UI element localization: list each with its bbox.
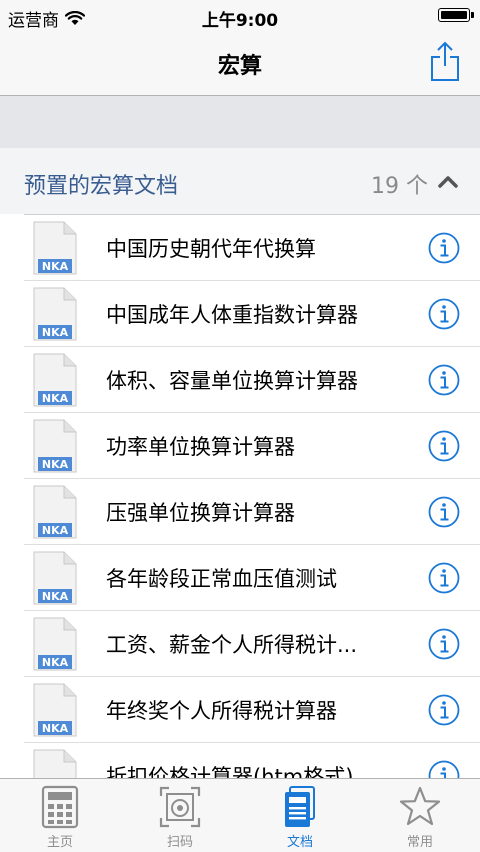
document-title: 年终奖个人所得税计算器 [106, 699, 337, 723]
document-title: 压强单位换算计算器 [106, 501, 295, 525]
list-item[interactable]: NKA 体积、容量单位换算计算器 [24, 346, 480, 412]
document-list: NKA 中国历史朝代年代换算 NKA 中国成年人体重指数计算器 NKA 体积、容量单位换算… [0, 214, 480, 778]
document-title: 体积、容量单位换算计算器 [106, 369, 358, 393]
tab-label: 扫码 [166, 835, 193, 850]
document-title: 各年龄段正常血压值测试 [106, 567, 337, 591]
tab-label: 主页 [46, 835, 73, 850]
list-item[interactable]: NKA 折扣价格计算器(htm格式) [24, 742, 480, 778]
info-icon[interactable] [428, 628, 460, 660]
list-item[interactable]: NKA 中国成年人体重指数计算器 [24, 280, 480, 346]
nka-file-icon: NKA [33, 221, 77, 275]
list-item[interactable]: NKA 工资、薪金个人所得税计... [24, 610, 480, 676]
list-item[interactable]: NKA 压强单位换算计算器 [24, 478, 480, 544]
list-item[interactable]: NKA 各年龄段正常血压值测试 [24, 544, 480, 610]
info-icon[interactable] [428, 430, 460, 462]
file-badge-label: NKA [42, 656, 69, 669]
document-title: 折扣价格计算器(htm格式) [106, 765, 354, 778]
status-bar: 运营商 上午9:00 [0, 0, 480, 32]
navigation-bar: 宏算 [0, 32, 480, 96]
section-count: 19 个 [371, 174, 428, 199]
document-title: 功率单位换算计算器 [106, 435, 295, 459]
calculator-icon [41, 785, 79, 829]
tab-bar: 主页 扫码 文档 常用 [0, 778, 480, 852]
chevron-up-icon[interactable] [436, 170, 460, 194]
page-title: 宏算 [217, 54, 262, 79]
file-badge-label: NKA [42, 590, 69, 603]
nka-file-icon: NKA [33, 353, 77, 407]
nka-file-icon: NKA [33, 749, 77, 778]
document-icon [285, 786, 315, 827]
file-badge-label: NKA [42, 722, 69, 735]
tab-favorites[interactable]: 常用 [360, 779, 480, 852]
info-icon[interactable] [428, 364, 460, 396]
info-icon[interactable] [428, 298, 460, 330]
section-header[interactable]: 预置的宏算文档 19 个 [0, 148, 480, 214]
info-icon[interactable] [428, 496, 460, 528]
scan-icon [159, 786, 201, 828]
list-item[interactable]: NKA 年终奖个人所得税计算器 [24, 676, 480, 742]
file-badge-label: NKA [42, 458, 69, 471]
document-title: 中国成年人体重指数计算器 [106, 303, 358, 327]
section-title: 预置的宏算文档 [24, 174, 179, 199]
info-icon[interactable] [428, 760, 460, 778]
nka-file-icon: NKA [33, 683, 77, 737]
nka-file-icon: NKA [33, 617, 77, 671]
tab-documents[interactable]: 文档 [240, 779, 360, 852]
nka-file-icon: NKA [33, 419, 77, 473]
nka-file-icon: NKA [33, 287, 77, 341]
battery-icon [438, 8, 474, 22]
nka-file-icon: NKA [33, 551, 77, 605]
document-title: 中国历史朝代年代换算 [106, 237, 316, 261]
tab-label: 常用 [406, 835, 433, 850]
info-icon[interactable] [428, 562, 460, 594]
file-badge-label: NKA [42, 524, 69, 537]
list-item[interactable]: NKA 功率单位换算计算器 [24, 412, 480, 478]
star-icon [399, 786, 441, 826]
file-badge-label: NKA [42, 392, 69, 405]
status-time: 上午9:00 [201, 11, 279, 31]
list-item[interactable]: NKA 中国历史朝代年代换算 [24, 214, 480, 280]
info-icon[interactable] [428, 694, 460, 726]
nka-file-icon: NKA [33, 485, 77, 539]
info-icon[interactable] [428, 232, 460, 264]
tab-scan[interactable]: 扫码 [120, 779, 240, 852]
file-badge-label: NKA [42, 326, 69, 339]
tab-label: 文档 [286, 835, 313, 850]
search-area-band [0, 96, 480, 148]
share-icon[interactable] [430, 40, 460, 82]
document-title: 工资、薪金个人所得税计... [106, 633, 358, 657]
file-badge-label: NKA [42, 260, 69, 273]
tab-home[interactable]: 主页 [0, 779, 120, 852]
